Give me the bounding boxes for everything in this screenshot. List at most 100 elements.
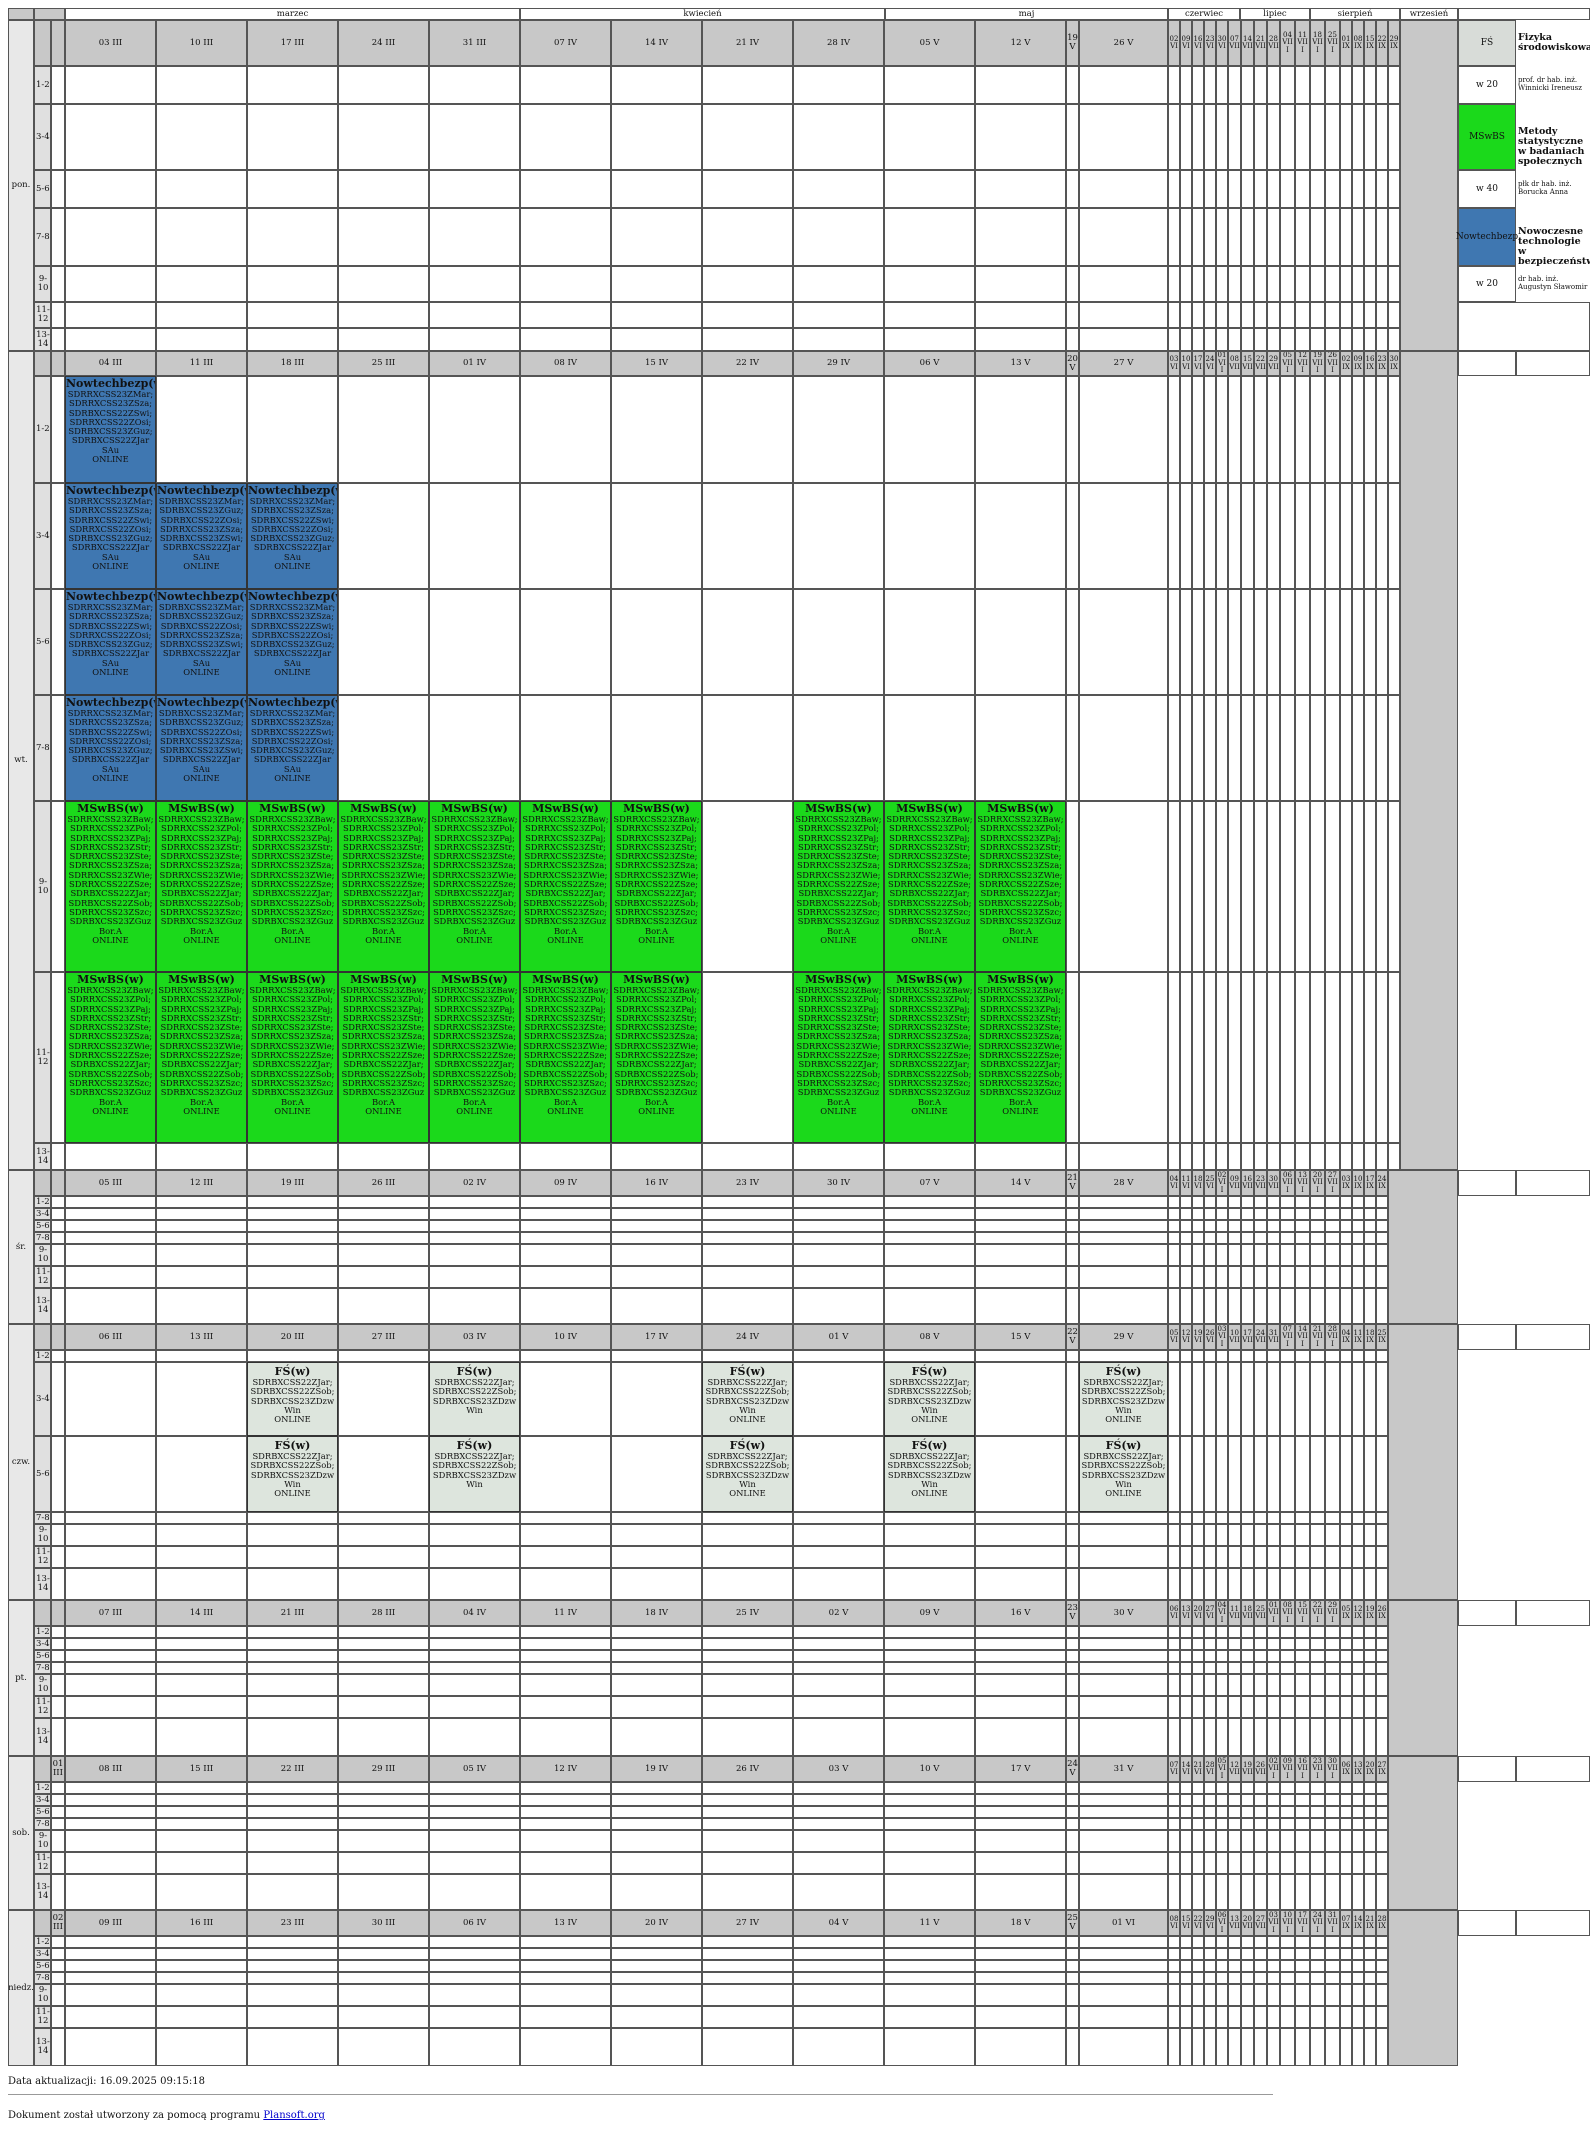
empty-slot [1204, 376, 1216, 483]
mswbs-event[interactable]: MSwBS(w) SDRRXCSS23ZBaw; SDRRXCSS23ZPol; SD… [65, 801, 156, 972]
fs-event[interactable]: FŚ(w) SDRBXCSS22ZJar; SDRBXCSS22ZSob; SDRBX… [884, 1362, 975, 1436]
mswbs-event[interactable]: MSwBS(w) SDRRXCSS23ZBaw; SDRRXCSS23ZPol; SD… [793, 801, 884, 972]
mswbs-event[interactable]: MSwBS(w) SDRRXCSS23ZBaw; SDRRXCSS23ZPol; SD… [65, 972, 156, 1143]
empty-slot [247, 1244, 338, 1266]
mswbs-event[interactable]: MSwBS(w) SDRRXCSS23ZBaw; SDRRXCSS23ZPol; SD… [520, 972, 611, 1143]
empty-slot [65, 1650, 156, 1662]
empty-slot [1352, 66, 1364, 104]
empty-slot [611, 483, 702, 589]
empty-slot [1228, 1638, 1241, 1650]
mswbs-event[interactable]: MSwBS(w) SDRRXCSS23ZBaw; SDRRXCSS23ZPol; SD… [793, 972, 884, 1143]
legend-empty [1516, 1756, 1590, 1782]
empty-slot [338, 328, 429, 351]
empty-slot [884, 1874, 975, 1910]
mswbs-event[interactable]: MSwBS(w) SDRRXCSS23ZBaw; SDRRXCSS23ZPol; SD… [884, 972, 975, 1143]
fs-event[interactable]: FŚ(w) SDRBXCSS22ZJar; SDRBXCSS22ZSob; SDRBX… [1079, 1362, 1168, 1436]
empty-slot [1204, 1674, 1216, 1696]
nowtech-event[interactable]: Nowtechbezp(w)SDRBXCSS23ZMar;SDRBXCSS23Z… [156, 589, 247, 695]
mswbs-event[interactable]: MSwBS(w) SDRRXCSS23ZBaw; SDRRXCSS23ZPol; SD… [611, 801, 702, 972]
empty-slot [702, 208, 793, 266]
date-label: 01 VII [1217, 352, 1227, 375]
empty-slot [1228, 1674, 1241, 1696]
empty-slot [51, 1232, 65, 1244]
empty-slot [1228, 66, 1241, 104]
date-header-narrow: 05 VI [1168, 1324, 1180, 1350]
empty-slot [1352, 589, 1364, 695]
empty-slot [156, 1972, 247, 1984]
date-label: 06 V [919, 358, 940, 368]
date-header: 23 IV [702, 1170, 793, 1196]
fs-event[interactable]: FŚ(w) SDRBXCSS22ZJar; SDRBXCSS22ZSob; SDRBX… [702, 1436, 793, 1512]
mswbs-event[interactable]: MSwBS(w) SDRRXCSS23ZBaw; SDRRXCSS23ZPol; SD… [975, 972, 1066, 1143]
filler-column [1388, 1910, 1458, 2066]
nowtech-event[interactable]: Nowtechbezp(w)SDRRXCSS23ZMar;SDRBXCSS23Z… [247, 695, 338, 801]
empty-slot [1280, 1232, 1295, 1244]
empty-slot [1310, 695, 1325, 801]
empty-slot [520, 302, 611, 328]
empty-slot [1280, 1852, 1295, 1874]
nowtech-event[interactable]: Nowtechbezp(w)SDRRXCSS23ZMar;SDRBXCSS23Z… [247, 589, 338, 695]
empty-slot [1168, 1782, 1180, 1794]
empty-slot [1079, 1662, 1168, 1674]
empty-slot [156, 1718, 247, 1756]
empty-slot [156, 1948, 247, 1960]
nowtech-event[interactable]: Nowtechbezp(w)SDRRXCSS23ZMar;SDRRXCSS23Z… [65, 483, 156, 589]
mswbs-event[interactable]: MSwBS(w) SDRRXCSS23ZBaw; SDRRXCSS23ZPol; SD… [247, 972, 338, 1143]
empty-slot [1066, 1288, 1079, 1324]
nowtech-event[interactable]: Nowtechbezp(w)SDRRXCSS23ZMar;SDRRXCSS23Z… [65, 695, 156, 801]
empty-slot [1310, 302, 1325, 328]
plansoft-link[interactable]: Plansoft.org [263, 2110, 325, 2121]
empty-slot [1168, 1288, 1180, 1324]
empty-slot [1376, 1232, 1388, 1244]
fs-event[interactable]: FŚ(w) SDRBXCSS22ZJar; SDRBXCSS22ZSob; SDRBX… [702, 1362, 793, 1436]
date-header-narrow: 28 IX [1376, 1910, 1388, 1936]
mswbs-event[interactable]: MSwBS(w) SDRRXCSS23ZBaw; SDRRXCSS23ZPol; SD… [429, 801, 520, 972]
mswbs-event[interactable]: MSwBS(w) SDRRXCSS23ZBaw; SDRRXCSS23ZPol; SD… [611, 972, 702, 1143]
mswbs-event[interactable]: MSwBS(w) SDRRXCSS23ZBaw; SDRRXCSS23ZPol; SD… [884, 801, 975, 972]
empty-slot [1267, 376, 1280, 483]
empty-slot [1204, 1874, 1216, 1910]
nowtech-event[interactable]: Nowtechbezp(w)SDRRXCSS23ZMar;SDRBXCSS23Z… [247, 483, 338, 589]
empty-slot [1216, 1546, 1228, 1568]
empty-slot [1228, 1196, 1241, 1208]
mswbs-event[interactable]: MSwBS(w) SDRRXCSS23ZBaw; SDRRXCSS23ZPol; SD… [520, 801, 611, 972]
mswbs-event[interactable]: MSwBS(w) SDRRXCSS23ZBaw; SDRRXCSS23ZPol; SD… [247, 801, 338, 972]
empty-slot [51, 1208, 65, 1220]
empty-slot [611, 1806, 702, 1818]
fs-event[interactable]: FŚ(w) SDRBXCSS22ZJar; SDRBXCSS22ZSob; SDRBX… [1079, 1436, 1168, 1512]
fs-event[interactable]: FŚ(w) SDRBXCSS22ZJar; SDRBXCSS22ZSob; SDRBX… [247, 1436, 338, 1512]
empty-slot [1388, 695, 1400, 801]
mswbs-event[interactable]: MSwBS(w) SDRRXCSS23ZBaw; SDRRXCSS23ZPol; SD… [338, 972, 429, 1143]
empty-slot [1280, 170, 1295, 208]
date-label: 18 V [1010, 1917, 1031, 1928]
nowtech-event[interactable]: Nowtechbezp(w)SDRRXCSS23ZMar;SDRRXCSS23Z… [65, 376, 156, 483]
nowtech-event[interactable]: Nowtechbezp(w)SDRRXCSS23ZMar;SDRRXCSS23Z… [65, 589, 156, 695]
mswbs-event[interactable]: MSwBS(w) SDRRXCSS23ZBaw; SDRRXCSS23ZPol; SD… [338, 801, 429, 972]
mswbs-event[interactable]: MSwBS(w) SDRRXCSS23ZBaw; SDRRXCSS23ZPol; SD… [156, 972, 247, 1143]
empty-slot [51, 801, 65, 972]
empty-slot [338, 1196, 429, 1208]
empty-slot [1352, 1266, 1364, 1288]
fs-event[interactable]: FŚ(w) SDRBXCSS22ZJar; SDRBXCSS22ZSob; SDRBX… [429, 1362, 520, 1436]
mswbs-event[interactable]: MSwBS(w) SDRRXCSS23ZBaw; SDRRXCSS23ZPol; SD… [975, 801, 1066, 972]
nowtech-event[interactable]: Nowtechbezp(w)SDRBXCSS23ZMar;SDRBXCSS23Z… [156, 483, 247, 589]
empty-slot [51, 1638, 65, 1650]
empty-slot [1241, 302, 1254, 328]
fs-event[interactable]: FŚ(w) SDRBXCSS22ZJar; SDRBXCSS22ZSob; SDRBX… [247, 1362, 338, 1436]
fs-event[interactable]: FŚ(w) SDRBXCSS22ZJar; SDRBXCSS22ZSob; SDRBX… [884, 1436, 975, 1512]
empty-slot [1325, 266, 1340, 302]
empty-slot [611, 2028, 702, 2066]
date-label: 26 VI [1205, 1328, 1215, 1344]
date-header-narrow: 04 IX [1340, 1324, 1352, 1350]
date-label: 22 VII [1255, 355, 1266, 371]
mswbs-event[interactable]: MSwBS(w) SDRRXCSS23ZBaw; SDRRXCSS23ZPol; SD… [156, 801, 247, 972]
date-label: 17 V [1010, 1763, 1031, 1774]
empty-slot [1340, 972, 1352, 1143]
empty-slot [793, 1350, 884, 1362]
date-label: 02 VI [1169, 34, 1179, 50]
empty-slot [1295, 302, 1310, 328]
fs-event[interactable]: FŚ(w) SDRBXCSS22ZJar; SDRBXCSS22ZSob; SDRBX… [429, 1436, 520, 1512]
mswbs-event[interactable]: MSwBS(w) SDRRXCSS23ZBaw; SDRRXCSS23ZPol; SD… [429, 972, 520, 1143]
empty-slot [51, 2006, 65, 2028]
nowtech-event[interactable]: Nowtechbezp(w)SDRBXCSS23ZMar;SDRBXCSS23Z… [156, 695, 247, 801]
